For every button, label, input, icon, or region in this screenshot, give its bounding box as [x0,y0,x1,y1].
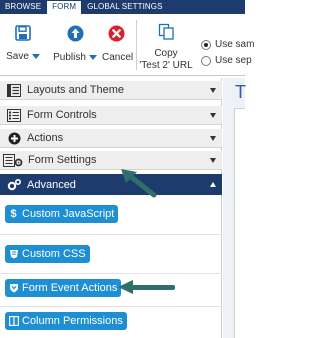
form-designer-area: T [223,78,246,338]
save-label: Save [6,51,29,62]
radio-unselected-icon [201,55,211,66]
custom-css-button[interactable]: Custom CSS [5,245,90,263]
tab-global-settings[interactable]: GLOBAL SETTINGS [82,0,167,14]
radio-use-separate-label: Use sep [215,55,252,66]
publish-label: Publish [53,52,86,63]
section-advanced[interactable]: Advanced [0,174,222,195]
section-layouts-and-theme[interactable]: Layouts and Theme [0,81,222,100]
section-form-controls[interactable]: Form Controls [0,106,222,125]
dollar-icon: $ [10,208,17,220]
designer-canvas [234,108,245,338]
form-event-actions-button[interactable]: Form Event Actions [5,279,122,297]
section-label: Form Controls [27,109,97,121]
ribbon-toolbar: Save Publish Cancel Copy 'Test 2' URL Us… [0,14,254,76]
annotation-arrow-icon [121,169,157,198]
button-label: Form Event Actions [22,282,118,294]
publish-button[interactable]: Publish [50,25,100,63]
layout-icon [6,83,22,97]
cancel-label: Cancel [102,52,134,63]
list-item: Form Event Actions [0,274,222,307]
section-form-settings[interactable]: Form Settings [0,151,222,170]
chevron-up-icon [210,182,216,187]
button-label: Custom CSS [22,248,86,260]
chevron-down-icon [210,112,216,118]
copy-url-button[interactable]: Copy 'Test 2' URL [138,23,194,71]
ribbon-tab-strip: BROWSE FORM GLOBAL SETTINGS [0,0,245,14]
copy-sub-label: 'Test 2' URL [139,60,193,71]
gears-icon [6,178,22,191]
save-button[interactable]: Save [5,25,41,62]
shield-icon [8,283,19,294]
chevron-down-icon [210,157,216,163]
cancel-button[interactable]: Cancel [102,25,134,63]
list-item: Column Permissions [0,307,222,338]
section-label: Layouts and Theme [27,84,125,96]
plus-circle-icon [6,132,22,145]
list-item: Custom CSS [0,235,222,274]
section-label: Actions [27,132,64,144]
copy-icon [138,23,194,43]
columns-icon [8,316,19,327]
upload-circle-icon [50,25,100,45]
column-permissions-button[interactable]: Column Permissions [5,312,127,330]
css-icon [8,249,19,260]
copy-label: Copy [154,48,178,59]
chevron-down-icon [210,135,216,141]
section-actions[interactable]: Actions [0,129,222,148]
save-dropdown-icon [31,53,40,59]
section-label: Form Settings [28,154,97,166]
tab-form[interactable]: FORM [46,0,83,14]
list-item: $ Custom JavaScript [0,195,222,235]
tab-browse[interactable]: BROWSE [0,0,46,14]
annotation-arrow-icon [118,280,175,294]
ribbon-separator [136,20,137,70]
radio-use-separate[interactable]: Use sep [201,55,252,66]
form-settings-icon [3,153,23,167]
cancel-circle-icon [102,25,130,45]
radio-selected-icon [201,39,211,50]
publish-dropdown-icon [88,54,97,60]
floppy-disk-icon [5,25,41,44]
chevron-down-icon [210,87,216,93]
form-controls-icon [6,108,22,122]
page-title: T [235,82,246,102]
button-label: Column Permissions [22,315,123,327]
custom-javascript-button[interactable]: $ Custom JavaScript [5,205,119,223]
radio-use-same[interactable]: Use sam [201,39,254,50]
button-label: Custom JavaScript [22,208,115,220]
form-settings-panel: Layouts and Theme Form Controls Actions [0,78,222,338]
radio-use-same-label: Use sam [215,39,255,50]
